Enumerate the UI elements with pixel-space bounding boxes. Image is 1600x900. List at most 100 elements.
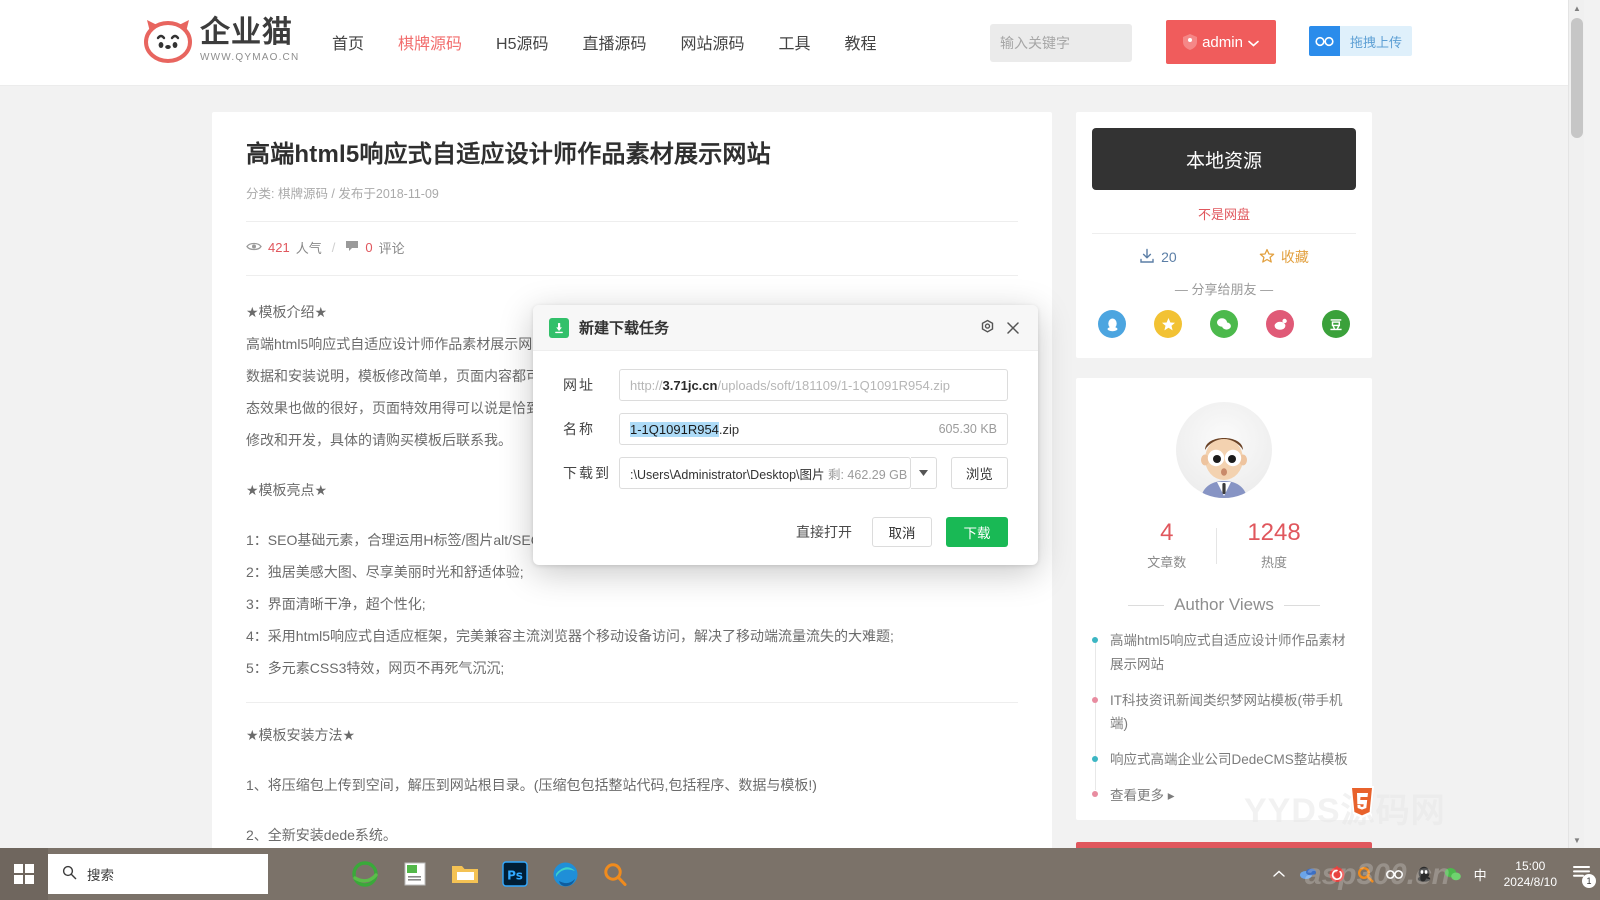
share-wechat-icon[interactable] [1210,310,1238,338]
popularity-stat: 1248 热度 [1247,520,1300,571]
install-heading: ★模板安装方法★ [246,721,1018,749]
nav-item-h5-source[interactable]: H5源码 [496,30,548,54]
taskbar-apps: Ps [344,852,636,896]
nav-item-home[interactable]: 首页 [332,30,364,54]
list-item[interactable]: 响应式高端企业公司DedeCMS整站模板 [1110,748,1356,772]
ime-indicator[interactable]: 中 [1472,865,1489,884]
share-douban-icon[interactable]: 豆 [1322,310,1350,338]
start-button[interactable] [0,848,48,900]
bullet-icon [1092,637,1098,643]
list-item-label: IT科技资讯新闻类织梦网站模板(带手机端) [1110,693,1343,732]
taskbar-notes-icon[interactable] [394,852,436,896]
close-icon[interactable] [1000,315,1026,341]
favorite-label: 收藏 [1281,247,1309,267]
url-prefix: http:// [630,378,663,393]
scroll-up-icon[interactable]: ▲ [1569,0,1584,16]
url-path: /uploads/soft/181109/1-1Q1091R954.zip [717,378,949,393]
page-scrollbar[interactable]: ▲ ▼ [1568,0,1584,848]
taskbar-search-tool-icon[interactable] [594,852,636,896]
local-resource-button[interactable]: 本地资源 [1092,128,1356,190]
divider [246,702,1018,703]
author-views-title: Author Views [1174,595,1274,615]
tray-qq-icon[interactable] [1414,864,1434,884]
nav-item-tools[interactable]: 工具 [779,30,811,54]
scrollbar-thumb[interactable] [1571,18,1583,138]
taskbar-ie-browser-icon[interactable] [344,852,386,896]
site-logo[interactable]: 企业猫 WWW.QYMAO.CN [142,16,299,64]
author-views-list: 高端html5响应式自适应设计师作品素材展示网站 IT科技资讯新闻类织梦网站模板… [1092,629,1356,803]
share-title: — 分享给朋友 — [1092,279,1356,298]
admin-menu-button[interactable]: admin [1166,20,1276,64]
windows-taskbar: 搜索 [0,848,1600,900]
path-dropdown-button[interactable] [911,457,937,489]
filename-input[interactable]: 1-1Q1091R954.zip 605.30 KB [619,413,1008,445]
nav-item-card-source[interactable]: 棋牌源码 [398,30,462,54]
view-more-link[interactable]: 查看更多 ▸ [1110,784,1356,804]
taskbar-file-explorer-icon[interactable] [444,852,486,896]
nav-item-site-source[interactable]: 网站源码 [681,30,745,54]
author-stats: 4 文章数 1248 热度 [1092,520,1356,571]
taskbar-search[interactable]: 搜索 [48,854,268,894]
nav-item-tutorials[interactable]: 教程 [845,30,877,54]
taskbar-search-placeholder: 搜索 [87,864,114,884]
upload-label: 拖拽上传 [1340,32,1412,51]
tray-blue-app-icon[interactable] [1298,864,1318,884]
filename-selected-text: 1-1Q1091R954 [630,422,719,437]
share-qzone-icon[interactable] [1154,310,1182,338]
highlight-item: 5：多元素CSS3特效，网页不再死气沉沉; [246,654,1018,682]
tray-expand-icon[interactable] [1269,864,1289,884]
comments-label: 评论 [379,238,405,257]
upload-button[interactable]: 拖拽上传 [1309,26,1412,56]
stat-label: 热度 [1247,552,1300,571]
highlight-item: 4：采用html5响应式自适应框架，完美兼容主流浏览器个移动设备访问，解决了移动… [246,622,1018,650]
url-input[interactable]: http://3.71jc.cn/uploads/soft/181109/1-1… [619,369,1008,401]
main-nav: 首页 棋牌源码 H5源码 直播源码 网站源码 工具 教程 [332,30,877,54]
list-item[interactable]: IT科技资讯新闻类织梦网站模板(带手机端) [1110,689,1356,736]
share-weibo-icon[interactable] [1266,310,1294,338]
download-button[interactable]: 下载 [946,517,1008,547]
stat-value: 4 [1147,520,1186,546]
divider [1284,605,1320,606]
article-count-stat: 4 文章数 [1147,520,1186,571]
tray-wechat-icon[interactable] [1443,864,1463,884]
site-header: 企业猫 WWW.QYMAO.CN 首页 棋牌源码 H5源码 直播源码 网站源码 … [0,0,1584,86]
shield-icon [1183,34,1197,50]
cancel-button[interactable]: 取消 [872,517,932,547]
taskbar-clock[interactable]: 15:00 2024/8/10 [1498,858,1563,890]
resource-actions: 20 收藏 [1092,234,1356,275]
dialog-footer: 直接打开 取消 下载 [533,501,1038,547]
url-label: 网址 [563,375,619,395]
open-directly-button[interactable]: 直接打开 [790,522,858,542]
browse-button[interactable]: 浏览 [951,457,1008,489]
share-qq-icon[interactable] [1098,310,1126,338]
name-row: 名称 1-1Q1091R954.zip 605.30 KB [563,413,1008,445]
nav-item-live-source[interactable]: 直播源码 [583,30,647,54]
list-item-label: 高端html5响应式自适应设计师作品素材展示网站 [1110,633,1346,672]
favorite-action[interactable]: 收藏 [1259,247,1309,267]
highlight-item: 3：界面清晰干净，超个性化; [246,590,1018,618]
comment-icon [345,240,359,255]
dialog-title: 新建下载任务 [579,317,974,338]
scroll-down-icon[interactable]: ▼ [1569,832,1584,848]
divider [1216,528,1217,564]
views-label: 人气 [296,238,322,257]
notification-center-button[interactable]: 1 [1572,864,1592,884]
filename-extension: .zip [719,422,739,437]
article-meta: 分类: 棋牌源码 / 发布于2018-11-09 [246,183,1018,202]
gear-icon[interactable] [974,315,1000,341]
save-path-input[interactable]: :\Users\Administrator\Desktop\图片 剩: 462.… [619,457,911,489]
tray-360-icon[interactable] [1327,864,1347,884]
taskbar-edge-icon[interactable] [544,852,586,896]
download-count-action[interactable]: 20 [1139,248,1177,267]
cat-logo-icon [142,16,194,64]
tray-search-icon[interactable] [1356,864,1376,884]
list-item[interactable]: 高端html5响应式自适应设计师作品素材展示网站 [1110,629,1356,676]
dialog-header: 新建下载任务 [533,305,1038,351]
search-box[interactable] [990,24,1132,62]
search-input[interactable] [1000,35,1181,51]
download-count: 20 [1161,249,1177,265]
taskbar-photoshop-icon[interactable]: Ps [494,852,536,896]
install-step: 1、将压缩包上传到空间，解压到网站根目录。(压缩包包括整站代码,包括程序、数据与… [246,771,1018,799]
divider [1128,605,1164,606]
tray-baidu-netdisk-icon[interactable] [1385,864,1405,884]
